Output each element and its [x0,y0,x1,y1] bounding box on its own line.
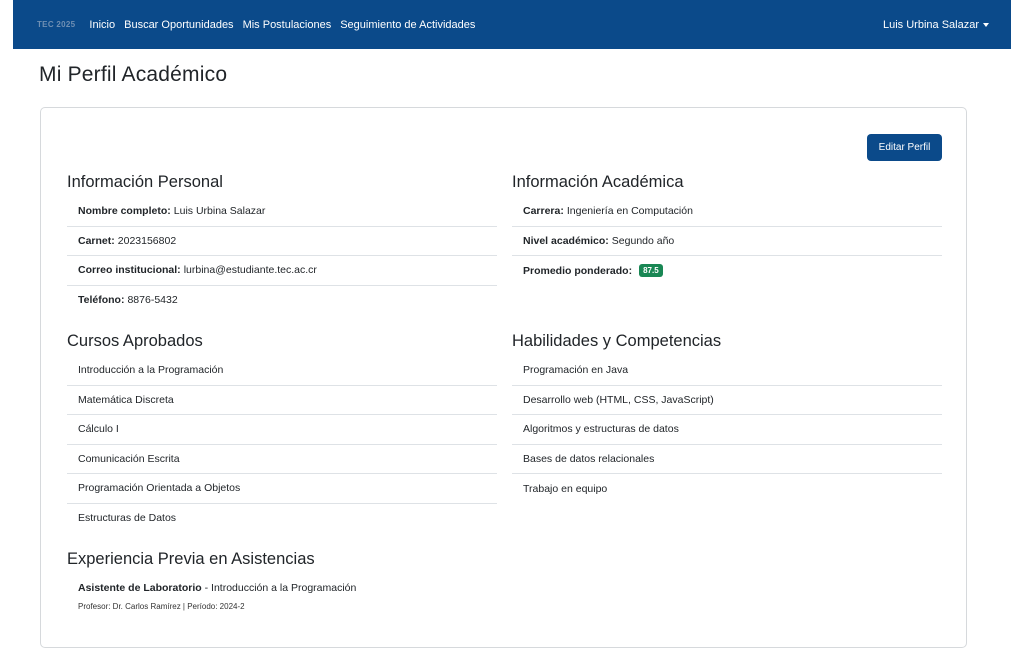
field-label: Nombre completo: [78,205,171,218]
personal-info-heading: Información Personal [67,173,223,191]
skills-list: Programación en Java Desarrollo web (HTM… [512,356,942,504]
experience-details: Profesor: Dr. Carlos Ramírez | Período: … [78,602,245,611]
field-label: Promedio ponderado: [523,264,633,277]
field-value: 2023156802 [117,234,177,247]
field-label: Carrera: [523,205,564,218]
field-career: Carrera: Ingeniería en Computación [512,197,942,227]
field-average: Promedio ponderado: 87.5 [512,256,942,286]
nav-link-buscar-oportunidades[interactable]: Buscar Oportunidades [124,19,233,31]
field-value: Ingeniería en Computación [566,205,693,218]
field-level: Nivel académico: Segundo año [512,227,942,256]
academic-info-heading: Información Académica [512,173,684,191]
nav-link-inicio[interactable]: Inicio [89,19,115,31]
course-item: Estructuras de Datos [78,512,177,525]
field-value: lurbina@estudiante.tec.ac.cr [183,264,317,277]
experience-role: Asistente de Laboratorio [78,582,202,594]
course-item: Matemática Discreta [67,386,497,415]
course-item: Comunicación Escrita [67,445,497,474]
skill-item: Programación en Java [512,356,942,386]
field-carnet: Carnet: 2023156802 [67,227,497,256]
nav-link-seguimiento[interactable]: Seguimiento de Actividades [340,19,475,31]
course-item: Cálculo I [67,415,497,445]
field-value: 8876-5432 [127,294,178,307]
skill-item: Trabajo en equipo [523,482,608,495]
field-email: Correo institucional: lurbina@estudiante.… [67,256,497,286]
field-phone: Teléfono: 8876-5432 [67,286,497,316]
field-value: Luis Urbina Salazar [173,205,266,218]
field-label: Teléfono: [78,294,125,307]
nav-link-mis-postulaciones[interactable]: Mis Postulaciones [243,19,332,31]
courses-list: Introducción a la Programación Matemátic… [67,356,497,533]
skill-item: Bases de datos relacionales [512,445,942,474]
nav-links: Inicio Buscar Oportunidades Mis Postulac… [89,19,484,31]
caret-down-icon [983,22,989,27]
skill-item: Algoritmos y estructuras de datos [512,415,942,445]
experience-heading: Experiencia Previa en Asistencias [67,550,315,568]
skill-item: Desarrollo web (HTML, CSS, JavaScript) [512,386,942,415]
experience-entry: Asistente de Laboratorio - Introducción … [78,582,356,594]
field-label: Carnet: [78,234,115,247]
brand-logo[interactable]: TEC 2025 [37,20,75,29]
user-menu-dropdown[interactable]: Luis Urbina Salazar [883,19,989,31]
courses-heading: Cursos Aprobados [67,332,203,350]
field-label: Nivel académico: [523,234,609,247]
field-value: Segundo año [611,234,675,247]
course-item: Programación Orientada a Objetos [67,474,497,504]
user-name: Luis Urbina Salazar [883,18,979,31]
experience-course: - Introducción a la Programación [201,582,357,594]
top-navbar: TEC 2025 Inicio Buscar Oportunidades Mis… [13,0,1011,49]
skills-heading: Habilidades y Competencias [512,332,722,350]
profile-card: Editar Perfil Información Personal Nombr… [40,107,967,648]
average-badge: 87.5 [639,264,663,278]
edit-profile-button[interactable]: Editar Perfil [867,134,942,161]
course-item: Introducción a la Programación [67,356,497,386]
personal-info-list: Nombre completo: Luis Urbina Salazar Carn… [67,197,497,315]
field-label: Correo institucional: [78,264,181,277]
academic-info-list: Carrera: Ingeniería en Computación Nivel … [512,197,942,286]
field-full-name: Nombre completo: Luis Urbina Salazar [67,197,497,227]
page-title: Mi Perfil Académico [39,63,228,86]
